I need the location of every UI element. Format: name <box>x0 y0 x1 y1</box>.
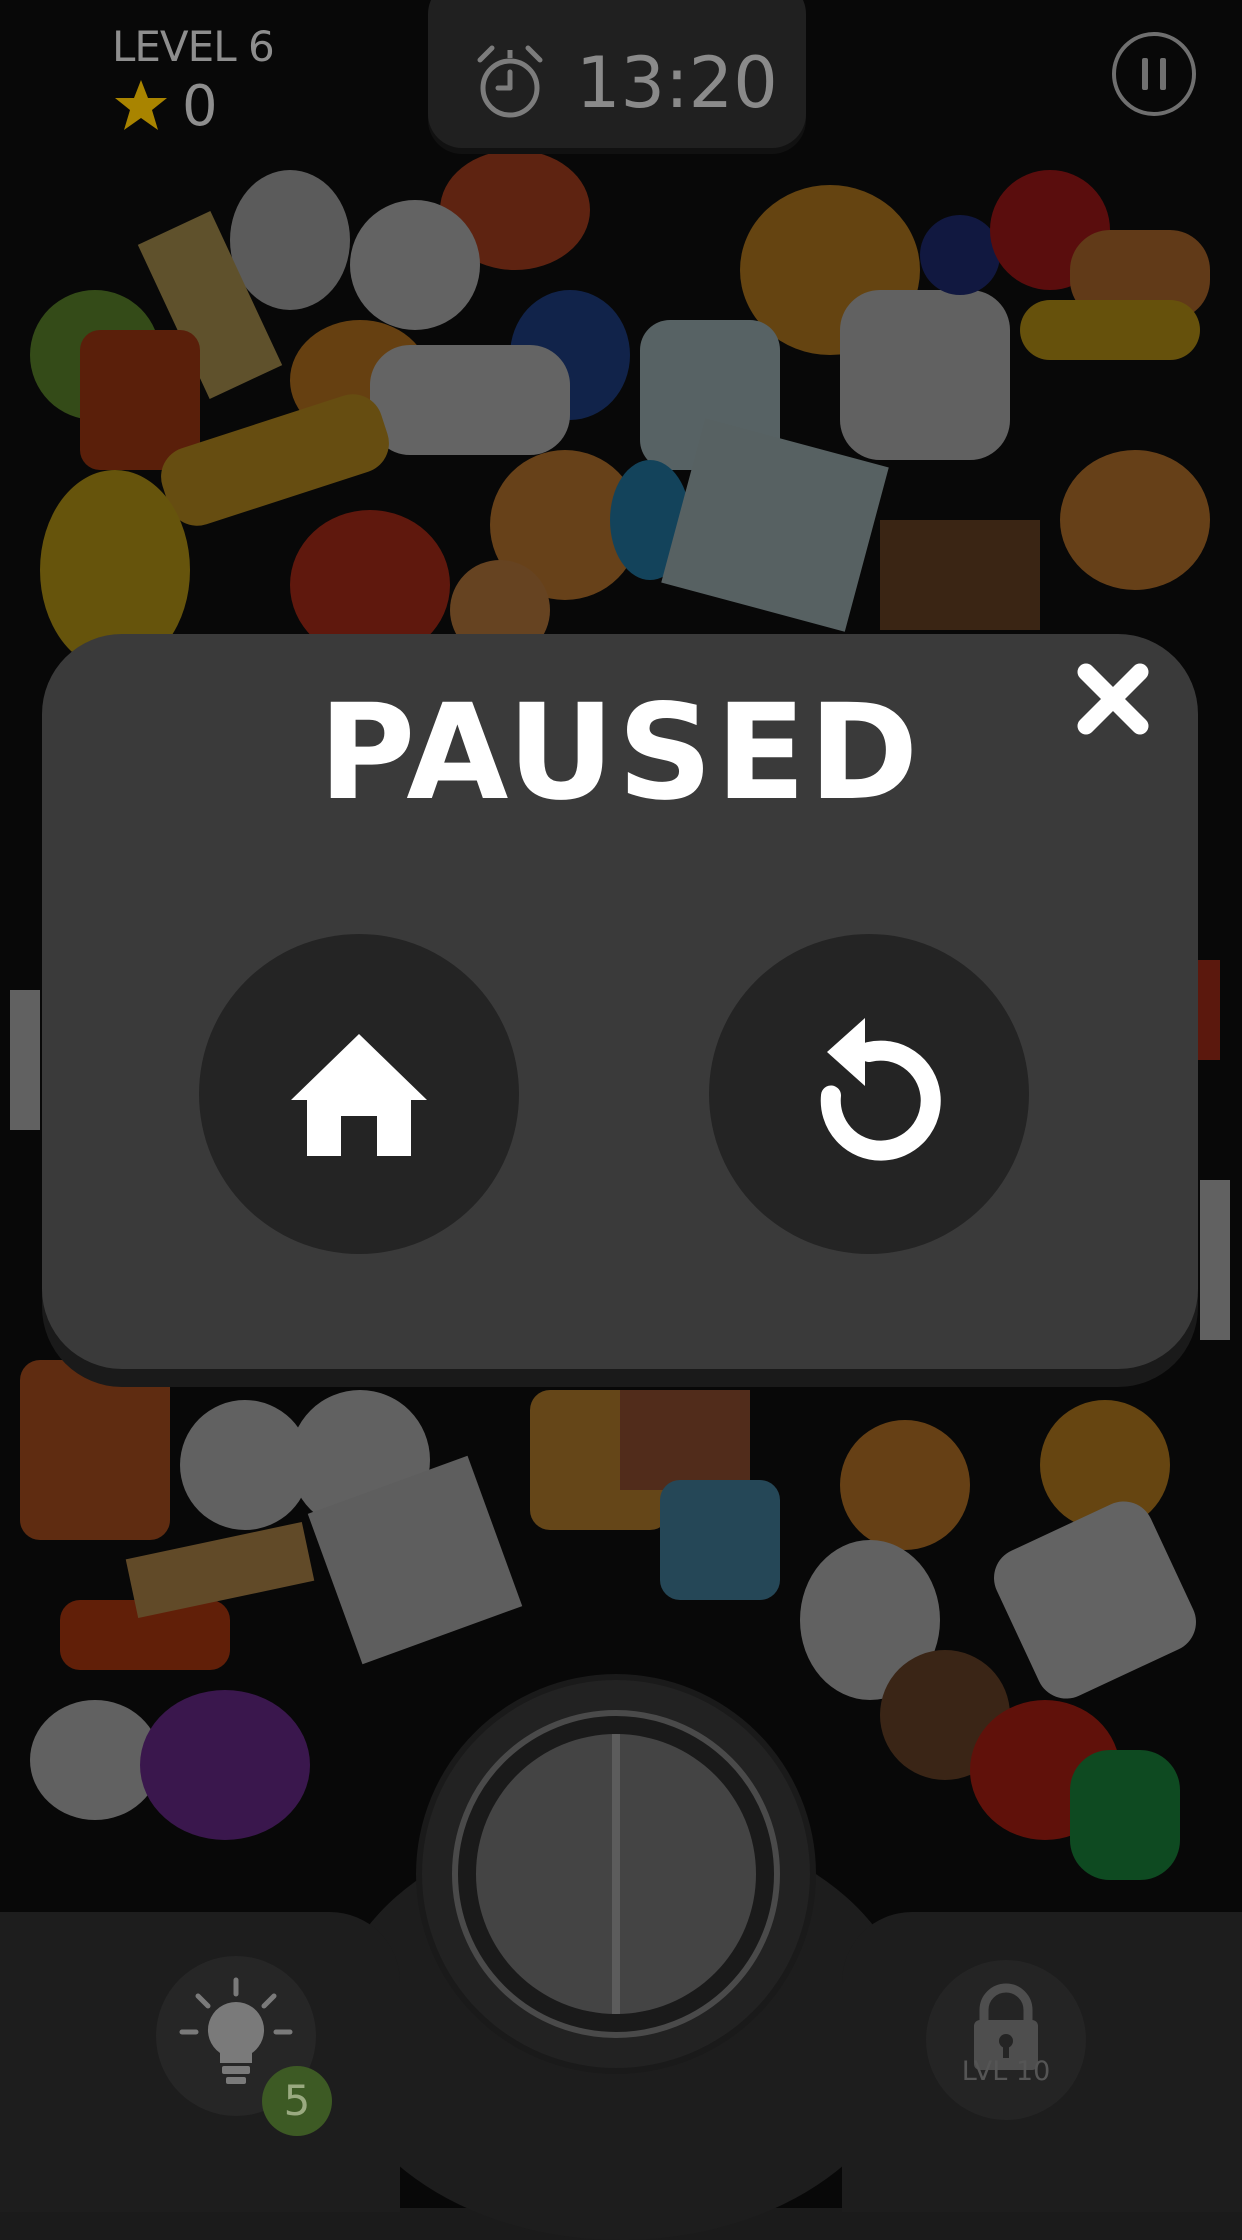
hint-count-badge: 5 <box>262 2066 332 2136</box>
score-display: 0 <box>112 73 218 139</box>
locked-booster-button[interactable] <box>926 1960 1086 2120</box>
pause-button[interactable] <box>1112 32 1196 116</box>
lock-level-label: LVL 10 <box>961 2056 1051 2087</box>
score-value: 0 <box>182 73 218 139</box>
home-button[interactable] <box>199 934 519 1254</box>
level-label: LEVEL 6 <box>112 22 275 71</box>
restart-icon <box>820 1018 941 1161</box>
restart-button[interactable] <box>709 934 1029 1254</box>
collector-slot <box>476 1734 756 2014</box>
pause-dialog: PAUSED <box>42 634 1198 1369</box>
timer-value: 13:20 <box>576 42 778 124</box>
lock-icon <box>974 1983 1038 2070</box>
alarm-clock-icon <box>477 45 543 118</box>
close-button[interactable] <box>1068 654 1158 744</box>
timer: 13:20 <box>428 0 806 148</box>
star-icon <box>115 80 167 130</box>
close-icon <box>1077 663 1149 735</box>
dialog-title: PAUSED <box>318 676 922 830</box>
home-icon <box>291 1034 427 1156</box>
